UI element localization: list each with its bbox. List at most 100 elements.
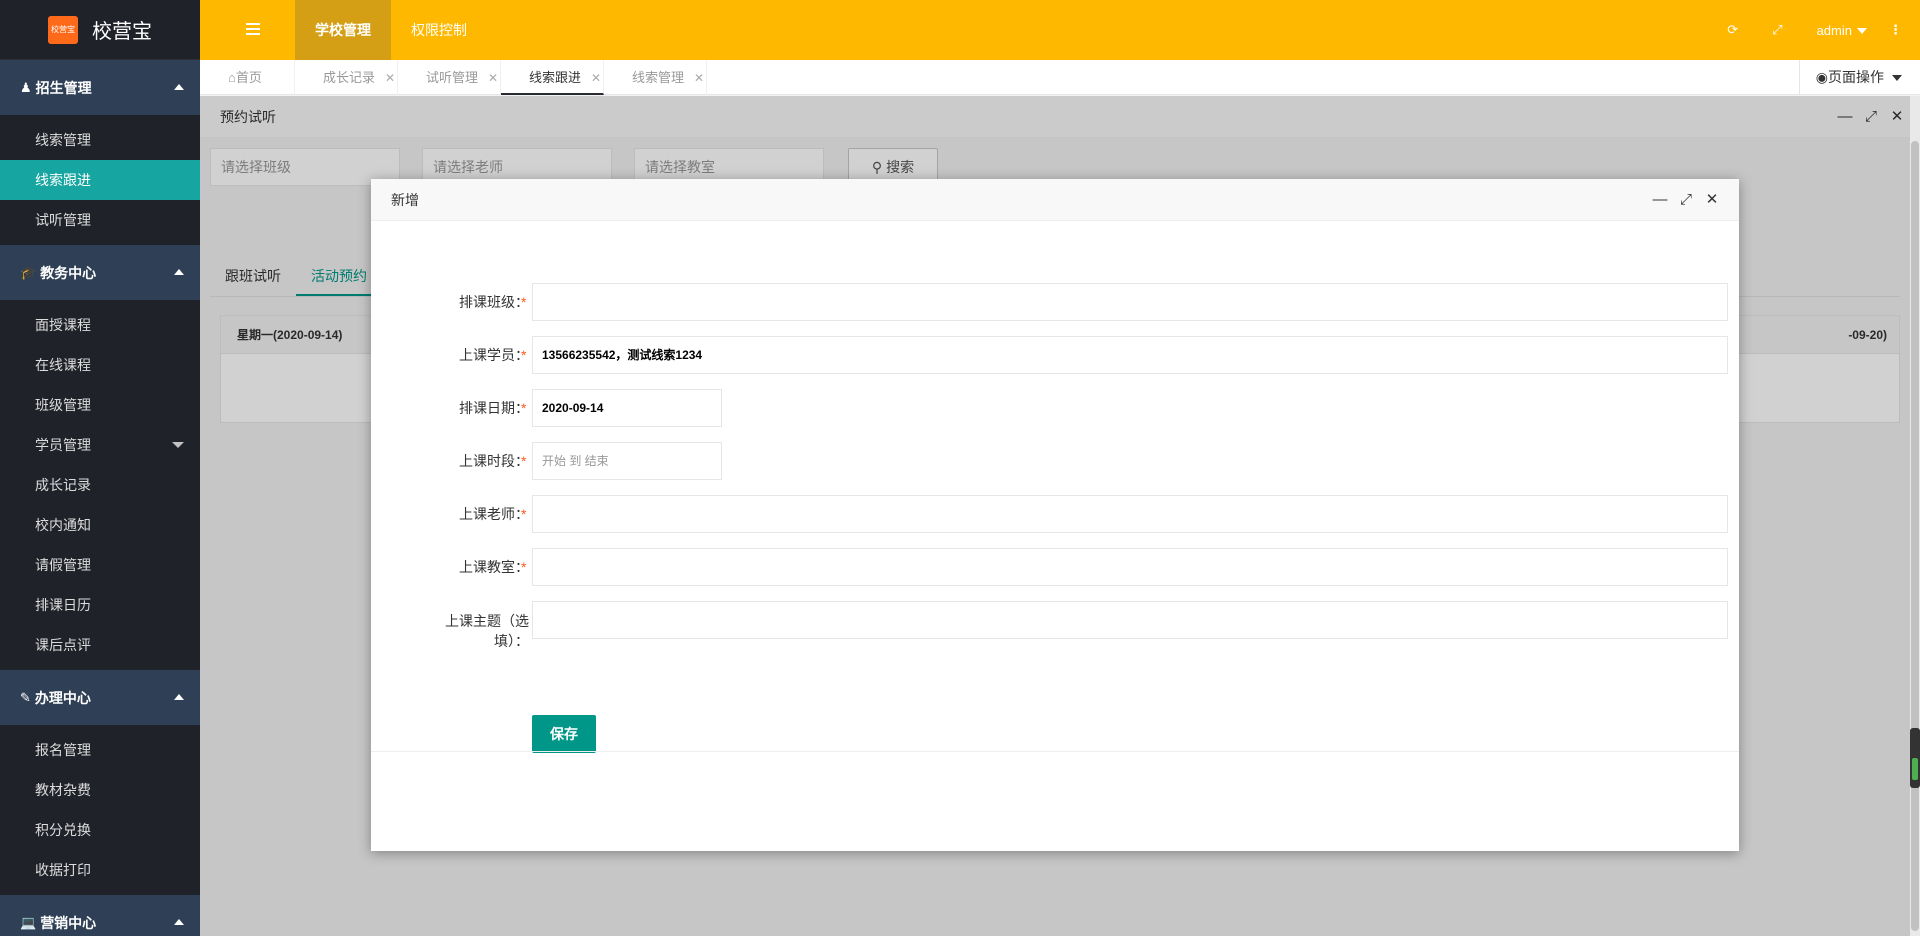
tab-label: 成长记录 [323, 70, 376, 85]
add-modal: 新增 — ⤢ ✕ 排课班级： * 上课学员： * 13566235542，测试线… [371, 179, 1739, 851]
sidebar-item-inperson-course[interactable]: 面授课程 [0, 305, 200, 345]
time-range-field[interactable]: 开始 到 结束 [532, 442, 722, 480]
menu-toggle-icon[interactable] [246, 23, 260, 35]
required-mark: * [521, 347, 527, 363]
close-icon[interactable]: ✕ [591, 71, 601, 85]
chevron-down-icon [1857, 28, 1867, 35]
fullscreen-icon[interactable]: ⤢ [1772, 22, 1782, 38]
chevron-down-icon [172, 442, 184, 448]
sidebar-item-student-management[interactable]: 学员管理 [0, 425, 200, 465]
room-field[interactable] [532, 548, 1728, 586]
tab-label: 试听管理 [426, 70, 479, 85]
sidebar-item-leave-management[interactable]: 请假管理 [0, 545, 200, 585]
student-field[interactable]: 13566235542，测试线索1234 [532, 336, 1728, 374]
close-icon[interactable]: ✕ [694, 71, 704, 85]
tab-label: 首页 [235, 70, 262, 85]
edit-icon: ✎ [20, 689, 31, 705]
sidebar-item-schedule-calendar[interactable]: 排课日历 [0, 585, 200, 625]
field-label: 排课班级： [459, 294, 529, 310]
field-label: 上课时段： [459, 453, 529, 469]
topic-field[interactable] [532, 601, 1728, 639]
tab-lead-management[interactable]: 线索管理 ✕ [604, 60, 707, 95]
scrollbar-thumb[interactable] [1911, 141, 1919, 931]
field-label-line: 上课主题（选 [445, 613, 529, 629]
nav-group-marketing[interactable]: 💻 营销中心 [0, 895, 200, 936]
nav-group-label: 营销中心 [40, 914, 97, 931]
sidebar-item-trial-management[interactable]: 试听管理 [0, 200, 200, 240]
close-icon[interactable]: ✕ [1699, 179, 1725, 221]
required-mark: * [521, 559, 527, 575]
sidebar-item-points-exchange[interactable]: 积分兑换 [0, 810, 200, 850]
sidebar-item-enrollment[interactable]: 报名管理 [0, 730, 200, 770]
field-label: 上课学员： [459, 347, 529, 363]
nav-group-label: 招生管理 [35, 79, 92, 96]
date-field[interactable]: 2020-09-14 [532, 389, 722, 427]
nav-group-label: 办理中心 [34, 689, 91, 706]
minimize-icon[interactable]: — [1647, 179, 1673, 221]
page-ops-label: 页面操作 [1828, 69, 1884, 85]
tab-trial-management[interactable]: 试听管理 ✕ [398, 60, 501, 95]
user-icon: ♟ [20, 79, 32, 95]
chevron-up-icon [174, 919, 184, 925]
tab-home[interactable]: ⌂首页 [200, 60, 295, 95]
nav-group-academic[interactable]: 🎓 教务中心 [0, 245, 200, 300]
required-mark: * [521, 400, 527, 416]
tab-label: 线索管理 [632, 70, 685, 85]
home-icon: ⌂ [228, 70, 236, 85]
chevron-up-icon [174, 694, 184, 700]
top-header: 学校管理 权限控制 ⟳ ⤢ admin ⋮ [200, 0, 1920, 60]
graduation-cap-icon: 🎓 [20, 264, 37, 280]
field-label: 上课主题（选 填）： [411, 611, 529, 651]
scroll-indicator [1910, 728, 1920, 788]
scrollbar[interactable] [1910, 96, 1920, 936]
nav-group-enrollment[interactable]: ♟ 招生管理 [0, 60, 200, 115]
username: admin [1816, 22, 1852, 38]
field-label: 排课日期： [459, 400, 529, 416]
sidebar: 校营宝 校营宝 ♟ 招生管理 线索管理 线索跟进 试听管理 🎓 教务中心 面授课… [0, 0, 200, 936]
required-mark: * [521, 294, 527, 310]
close-icon[interactable]: ✕ [385, 71, 395, 85]
chevron-up-icon [174, 269, 184, 275]
more-icon[interactable]: ⋮ [1889, 22, 1902, 38]
save-button[interactable]: 保存 [532, 715, 596, 753]
class-field[interactable] [532, 283, 1728, 321]
field-label: 上课教室： [459, 559, 529, 575]
sidebar-item-label: 学员管理 [35, 437, 91, 453]
tab-lead-followup[interactable]: 线索跟进 ✕ [501, 60, 604, 95]
tab-growth-record[interactable]: 成长记录 ✕ [295, 60, 398, 95]
tab-label: 线索跟进 [529, 70, 582, 85]
modal-header: 新增 — ⤢ ✕ [371, 179, 1739, 221]
sidebar-item-lead-management[interactable]: 线索管理 [0, 120, 200, 160]
nav-group-processing[interactable]: ✎ 办理中心 [0, 670, 200, 725]
modal-footer-divider [371, 751, 1739, 752]
logo-icon: 校营宝 [48, 15, 78, 44]
logo[interactable]: 校营宝 校营宝 [0, 0, 200, 60]
user-menu[interactable]: admin [1817, 23, 1867, 38]
sidebar-item-lead-followup[interactable]: 线索跟进 [0, 160, 200, 200]
close-icon[interactable]: ✕ [488, 71, 498, 85]
required-mark: * [521, 506, 527, 522]
modal-title: 新增 [391, 192, 419, 208]
chevron-down-icon [1892, 75, 1902, 82]
sidebar-item-online-course[interactable]: 在线课程 [0, 345, 200, 385]
chevron-up-icon [174, 84, 184, 90]
target-icon: ◉ [1815, 69, 1828, 85]
page-operations-menu[interactable]: ◉页面操作 [1798, 60, 1920, 95]
field-label-line: 填）： [494, 633, 529, 649]
nav-group-label: 教务中心 [40, 264, 97, 281]
refresh-icon[interactable]: ⟳ [1727, 22, 1738, 38]
logo-text: 校营宝 [92, 19, 152, 43]
top-nav-school-management[interactable]: 学校管理 [295, 0, 391, 60]
page-tabs: ⌂首页 成长记录 ✕ 试听管理 ✕ 线索跟进 ✕ 线索管理 ✕ ◉页面操作 [200, 60, 1920, 95]
sidebar-item-growth-record[interactable]: 成长记录 [0, 465, 200, 505]
laptop-icon: 💻 [20, 914, 37, 930]
top-nav-permission-control[interactable]: 权限控制 [391, 0, 487, 60]
field-label: 上课老师： [459, 506, 529, 522]
sidebar-item-receipt-print[interactable]: 收据打印 [0, 850, 200, 890]
maximize-icon[interactable]: ⤢ [1673, 179, 1699, 221]
sidebar-item-materials-fees[interactable]: 教材杂费 [0, 770, 200, 810]
sidebar-item-school-notice[interactable]: 校内通知 [0, 505, 200, 545]
teacher-field[interactable] [532, 495, 1728, 533]
sidebar-item-post-class-review[interactable]: 课后点评 [0, 625, 200, 665]
sidebar-item-class-management[interactable]: 班级管理 [0, 385, 200, 425]
